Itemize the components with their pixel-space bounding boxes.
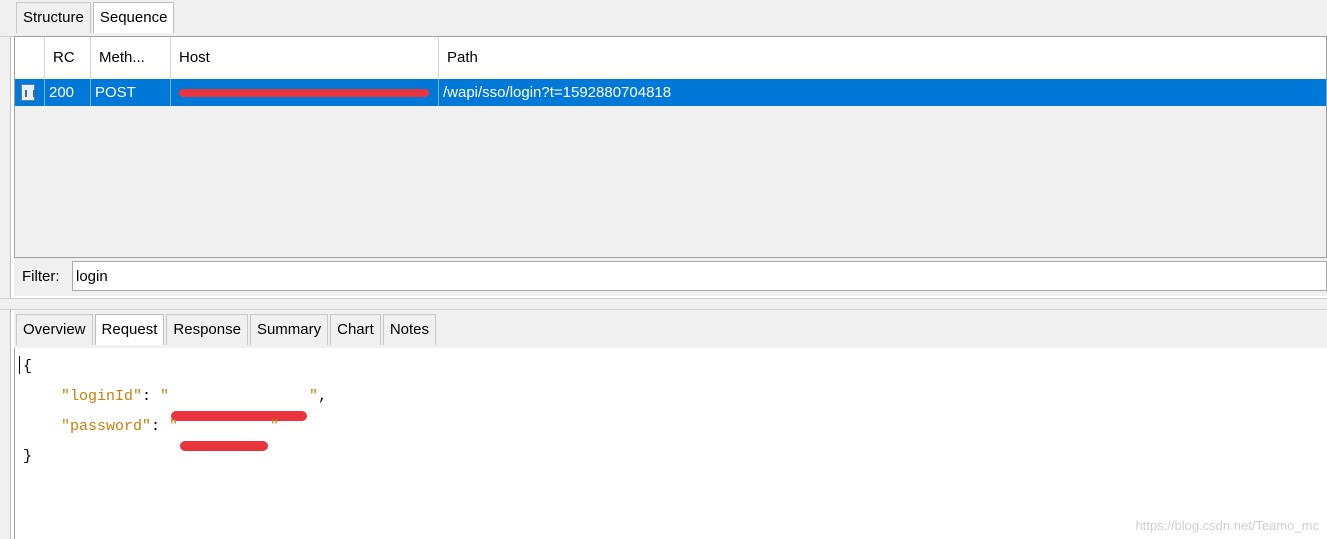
code-line-loginid: "loginId": " ", bbox=[23, 382, 328, 421]
loginid-key: "loginId" bbox=[61, 388, 143, 405]
left-pane-edge bbox=[0, 0, 11, 539]
password-close-quote: " bbox=[270, 418, 280, 435]
filter-label: Filter: bbox=[22, 268, 60, 285]
password-redaction bbox=[180, 441, 269, 451]
close-brace: } bbox=[23, 448, 33, 465]
loginid-comma: , bbox=[318, 388, 328, 405]
host-redaction bbox=[179, 89, 429, 97]
document-icon bbox=[21, 84, 35, 101]
password-open-quote: " bbox=[169, 418, 179, 435]
tab-response[interactable]: Response bbox=[166, 314, 248, 345]
loginid-open-quote: " bbox=[160, 388, 170, 405]
sequence-table: RC Meth... Host Path 200 POST /wapi/sso/… bbox=[14, 36, 1327, 258]
loginid-separator: : bbox=[142, 388, 161, 405]
filter-bar: Filter: bbox=[14, 258, 1327, 296]
row-host bbox=[171, 79, 439, 106]
tab-notes[interactable]: Notes bbox=[382, 314, 436, 345]
text-cursor bbox=[19, 356, 20, 374]
row-path: /wapi/sso/login?t=1592880704818 bbox=[443, 84, 672, 101]
code-line-open: { bbox=[23, 352, 327, 382]
icon-column-header[interactable] bbox=[15, 37, 45, 79]
filter-input[interactable] bbox=[72, 261, 1327, 291]
tab-summary[interactable]: Summary bbox=[249, 314, 329, 345]
detail-tab-bar: Overview Request Response Summary Chart … bbox=[14, 310, 1327, 349]
tab-structure[interactable]: Structure bbox=[16, 2, 91, 33]
watermark: https://blog.csdn.net/Teamo_mc bbox=[1135, 518, 1319, 533]
tab-chart[interactable]: Chart bbox=[330, 314, 381, 345]
code-line-close: } bbox=[23, 442, 327, 472]
column-method[interactable]: Meth... bbox=[91, 37, 171, 79]
column-path[interactable]: Path bbox=[439, 37, 1326, 79]
row-method: POST bbox=[91, 79, 171, 106]
row-icon-cell bbox=[15, 79, 45, 106]
tab-sequence[interactable]: Sequence bbox=[92, 2, 175, 33]
loginid-close-quote: " bbox=[309, 388, 319, 405]
table-header: RC Meth... Host Path bbox=[15, 37, 1326, 80]
tab-overview[interactable]: Overview bbox=[16, 314, 93, 345]
open-brace: { bbox=[23, 358, 33, 375]
password-separator: : bbox=[151, 418, 170, 435]
row-rc: 200 bbox=[45, 79, 91, 106]
column-rc[interactable]: RC bbox=[45, 37, 91, 79]
json-code: { "loginId": " ", "password": " " } bbox=[23, 352, 327, 472]
pane-splitter[interactable] bbox=[0, 298, 1327, 310]
request-body-viewer[interactable]: { "loginId": " ", "password": " " } bbox=[14, 348, 1327, 539]
tab-request[interactable]: Request bbox=[94, 314, 165, 345]
column-host[interactable]: Host bbox=[171, 37, 439, 79]
password-key: "password" bbox=[61, 418, 152, 435]
table-row[interactable]: 200 POST /wapi/sso/login?t=1592880704818 bbox=[15, 79, 1326, 106]
code-line-password: "password": " " bbox=[23, 412, 327, 451]
view-tab-bar: Structure Sequence bbox=[0, 0, 1327, 37]
